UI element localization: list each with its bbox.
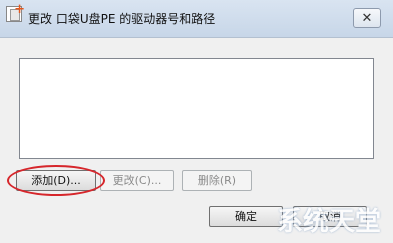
drive-path-list[interactable]	[19, 58, 374, 159]
remove-button[interactable]: 删除(R)	[182, 170, 252, 191]
watermark-logo: 系统天堂	[277, 201, 387, 239]
add-button[interactable]: 添加(D)...	[16, 170, 96, 191]
change-button[interactable]: 更改(C)...	[100, 170, 174, 191]
dialog-icon	[6, 2, 25, 22]
change-drive-letter-dialog: 更改 口袋U盘PE 的驱动器号和路径 ✕ 添加(D)... 更改(C)... 删…	[0, 0, 393, 243]
close-button[interactable]: ✕	[353, 8, 381, 28]
dialog-title: 更改 口袋U盘PE 的驱动器号和路径	[28, 12, 216, 26]
watermark-text: 系统天堂	[277, 207, 382, 237]
ok-button[interactable]: 确定	[209, 206, 283, 227]
title-bar: 更改 口袋U盘PE 的驱动器号和路径 ✕	[0, 0, 393, 38]
